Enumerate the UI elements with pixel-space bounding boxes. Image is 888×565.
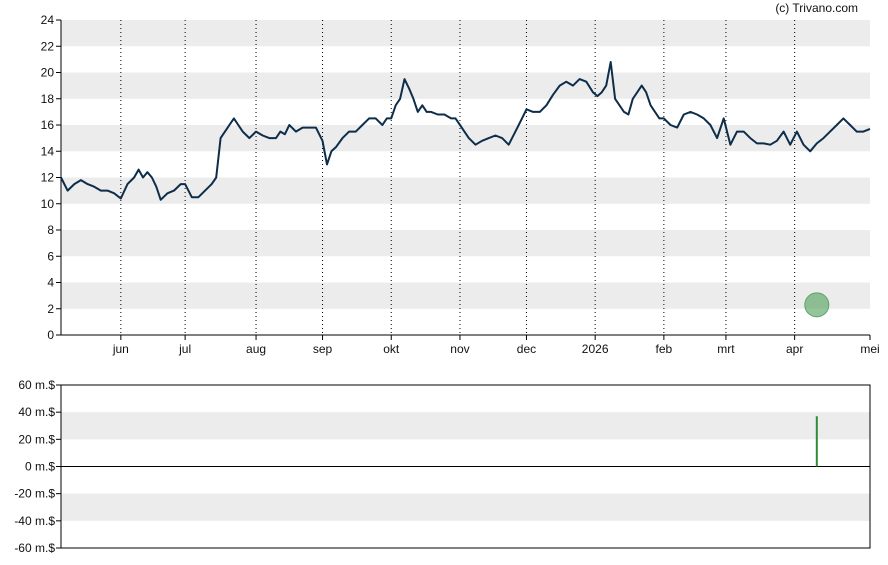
x-tick-label-apr: apr (786, 342, 803, 356)
y-tick-label: 6 (47, 249, 54, 263)
credit-label: (c) Trivano.com (775, 1, 858, 15)
grid-band (61, 125, 870, 152)
x-tick-label-mei: mei (860, 342, 879, 356)
event-marker (804, 292, 830, 318)
x-tick-label-jun: jun (112, 342, 129, 356)
y-tick-label: -60 m.$ (14, 541, 55, 555)
grid-band (61, 230, 870, 257)
y-tick-label: -20 m.$ (14, 487, 55, 501)
y-tick-label: 16 (41, 118, 55, 132)
y-tick-label: 0 (47, 328, 54, 342)
x-tick-label-dec: dec (517, 342, 536, 356)
y-tick-label: 24 (41, 13, 55, 27)
volume-chart-panel: 60 m.$ 40 m.$ 20 m.$ 0 m.$ -20 m.$ -40 m.$ -60… (14, 378, 871, 555)
x-tick-label-jul: jul (178, 342, 191, 356)
y-tick-label: -40 m.$ (14, 514, 55, 528)
y-tick-label: 4 (47, 276, 54, 290)
x-tick-label-nov: nov (450, 342, 469, 356)
y-tick-label: 40 m.$ (18, 405, 55, 419)
y-tick-label: 8 (47, 223, 54, 237)
x-tick-label-2026: 2026 (582, 342, 609, 356)
grid-band (61, 20, 870, 47)
y-tick-label: 22 (41, 39, 55, 53)
x-tick-label-feb: feb (656, 342, 673, 356)
grid-band (61, 282, 870, 309)
stock-chart: (c) Trivano.com 024681012141618202224jun… (14, 1, 880, 555)
x-tick-label-okt: okt (383, 342, 400, 356)
y-tick-label: 0 m.$ (25, 460, 55, 474)
y-tick-label: 18 (41, 92, 55, 106)
x-tick-label-aug: aug (246, 342, 266, 356)
x-tick-label-sep: sep (313, 342, 333, 356)
y-tick-label: 12 (41, 171, 55, 185)
grid-band (61, 493, 870, 521)
price-chart-panel: 024681012141618202224jun jul aug sep okt nov d… (41, 13, 880, 356)
y-tick-label: 2 (47, 302, 54, 316)
y-tick-label: 20 m.$ (18, 432, 55, 446)
y-tick-label: 20 (41, 66, 55, 80)
y-tick-label: 10 (41, 197, 55, 211)
grid-band (61, 177, 870, 204)
y-tick-label: 14 (41, 144, 55, 158)
x-tick-label-mrt: mrt (717, 342, 735, 356)
y-tick-label: 60 m.$ (18, 378, 55, 392)
grid-band (61, 72, 870, 99)
grid-band (61, 412, 870, 440)
volume-bar (815, 416, 818, 467)
